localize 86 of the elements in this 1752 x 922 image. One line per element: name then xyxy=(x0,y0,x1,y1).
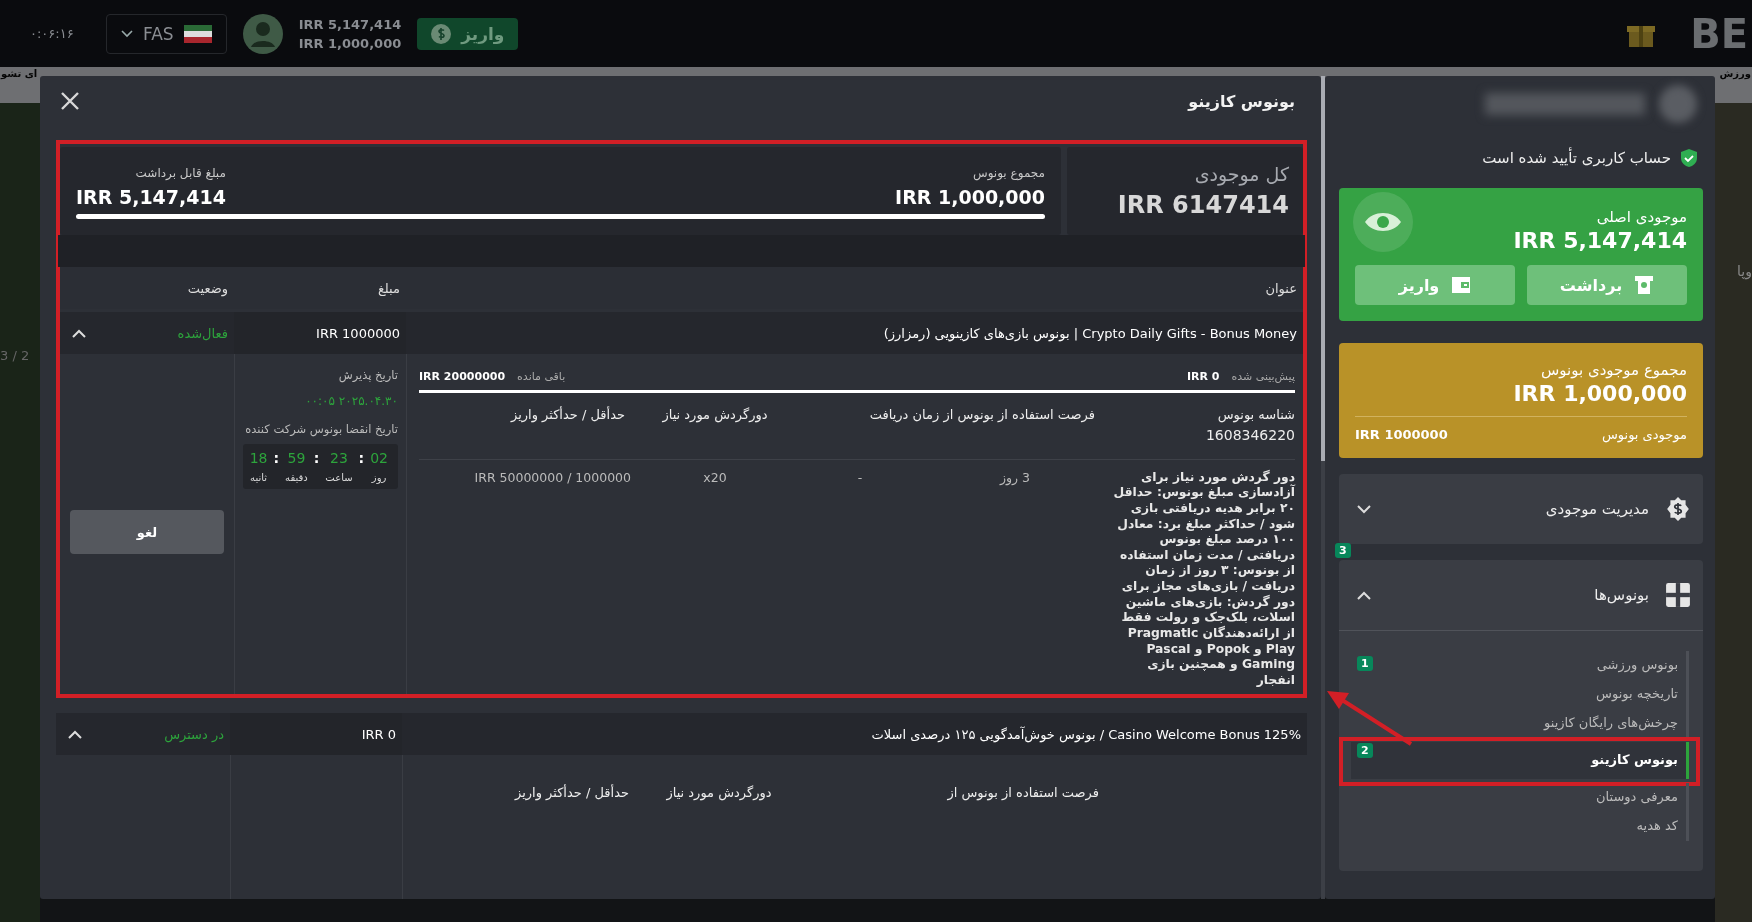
withdrawable-label: مبلغ قابل برداشت xyxy=(135,165,226,180)
bonus-id: 1608346220 xyxy=(1204,426,1295,446)
bonus-sub-value: IRR 1000000 xyxy=(1355,427,1448,442)
main-balance-label: موجودی اصلی xyxy=(1596,208,1687,226)
site-logo[interactable]: BE xyxy=(1690,10,1748,57)
total-value: IRR 6147414 xyxy=(1117,191,1289,219)
time-separator: : xyxy=(273,450,280,466)
column-header: حدأقل / حدأکثر واریز xyxy=(509,405,626,425)
banner-text: وپا xyxy=(1737,263,1752,282)
slide-counter: 3 / 2 xyxy=(0,348,31,363)
bonus-terms: دور گردش مورد نیاز برای آزادسازی مبلغ بونوس: حداقل ۲۰ برابر هدیه دریافتی بازی شود / حداکثر مبلغ برد: معادل ۱۰۰ درصد مبلغ بونوس دریافتی / مدت زمان استفاده از بونوس: ۳ روز از زمان دریافت / بازی‌های مجاز برای دور گردش: بازی‌های ماشین اسلات، بلک‌جک و رولت فقط از ارائه‌دهندگان Pragmatic Play و Popok و Pascal Gaming و همچنین بازی انفجار xyxy=(1112,468,1295,689)
bonus-balance-value: IRR 1,000,000 xyxy=(1513,381,1687,406)
table-cell-text: x20 xyxy=(702,468,728,485)
countdown-unit: دقیقه xyxy=(285,472,308,483)
cancel-button[interactable]: لغو xyxy=(70,510,224,554)
main-balance-value: IRR 5,147,414 xyxy=(1513,228,1687,253)
balance-amount: IRR 5,147,414 xyxy=(298,16,402,32)
accepted-date: ۲۰۲۵.۰۴.۳۰ ۰۰:۰۵ xyxy=(304,394,398,408)
column-header: وضعیت xyxy=(186,280,229,296)
deposit-button[interactable]: واریز xyxy=(417,17,519,50)
countdown-value: 18 xyxy=(249,450,268,466)
expiry-label: تاریخ انقضا بونوس شرکت کننده xyxy=(244,422,398,436)
bonus-status: در دسترس xyxy=(164,726,224,742)
nav-text: ای تشو xyxy=(0,68,39,80)
avatar-icon[interactable] xyxy=(242,13,283,54)
step-badge: 3 xyxy=(1335,543,1351,558)
column-header: حدأقل / حدأکثر واریز xyxy=(513,783,630,803)
countdown-unit: ساعت xyxy=(325,472,353,483)
chevron-up-icon[interactable] xyxy=(72,328,86,338)
nav-text: ورزش xyxy=(1718,68,1752,80)
column-header: عنوان xyxy=(1264,280,1298,296)
wallet-icon xyxy=(1451,275,1472,295)
dollar-icon xyxy=(431,23,452,44)
time-separator: : xyxy=(313,450,320,466)
chevron-down-icon xyxy=(121,29,133,38)
bonus-status: فعال‌شده xyxy=(177,325,228,341)
step-badge: 1 xyxy=(1357,656,1373,671)
section-header[interactable]: بونوس‌ها xyxy=(1339,560,1703,630)
eye-icon[interactable] xyxy=(1353,192,1413,252)
column-header: شناسه بونوس xyxy=(1216,406,1295,425)
bonus-label: مجموع بونوس xyxy=(972,165,1045,180)
menu-item[interactable]: معرفی دوستان xyxy=(1351,783,1689,812)
language-selector[interactable]: FAS xyxy=(106,13,227,54)
bonus-balance-label: مجموع موجودی بونوس xyxy=(1541,361,1687,379)
countdown-value: 23 xyxy=(330,450,348,466)
withdrawable-value: IRR 5,147,414 xyxy=(76,185,226,208)
countdown-value: 02 xyxy=(370,450,388,466)
balance-amount: IRR 1,000,000 xyxy=(298,35,402,51)
chevron-up-icon[interactable] xyxy=(68,729,82,739)
wagered-value: IRR 0 xyxy=(1186,370,1220,383)
menu-item[interactable]: چرخش‌های رایگان کازینو xyxy=(1351,709,1689,738)
wagered-label: پیش‌بینی شده xyxy=(1231,370,1295,383)
column-header: دورگردش مورد نیاز xyxy=(661,406,769,425)
step-badge: 2 xyxy=(1357,743,1373,758)
table-cell-text: 3 روز xyxy=(998,468,1031,485)
menu-item[interactable]: کد هدیه xyxy=(1351,812,1689,841)
blurred-avatar xyxy=(1659,85,1697,123)
countdown-unit: روز xyxy=(371,472,387,483)
clock-time: ۰:۰۶:۱۶ xyxy=(30,26,75,41)
countdown-unit: ثانیه xyxy=(250,472,268,483)
shield-check-icon xyxy=(1681,149,1697,167)
flag-icon xyxy=(183,24,212,43)
bonus-value: IRR 1,000,000 xyxy=(895,185,1045,208)
atm-icon xyxy=(1634,275,1655,295)
remaining-label: باقی مانده xyxy=(517,370,566,383)
countdown-value: 59 xyxy=(287,450,306,466)
time-separator: : xyxy=(358,450,365,466)
column-header: دورگردش مورد نیاز xyxy=(665,784,773,803)
column-header: مبلغ xyxy=(376,280,401,296)
table-cell-text: - xyxy=(856,468,864,485)
remaining-value: IRR 20000000 xyxy=(419,370,506,383)
close-icon[interactable] xyxy=(60,91,80,111)
modal-title: بونوس کازینو xyxy=(1188,91,1295,111)
bonus-sub-label: موجودی بونوس xyxy=(1601,427,1687,442)
column-header: فرصت استفاده از بونوس از زمان دریافت xyxy=(868,406,1095,425)
total-label: کل موجودی xyxy=(1194,163,1289,185)
verified-text: حساب کاربری تأیید شده است xyxy=(1482,149,1671,167)
bonus-title: Crypto Daily Gifts - Bonus Money | بونوس بازی‌های کازینویی (رمزارز) xyxy=(882,325,1298,341)
gear-dollar-icon xyxy=(1665,496,1691,522)
column-header: فرصت استفاده از بونوس از xyxy=(946,784,1099,803)
table-cell-text: IRR 50000000 / 1000000 xyxy=(473,468,632,485)
bonus-title: Casino Welcome Bonus 125% / بونوس خوش‌آمدگویی ۱۲۵ درصدی اسلات xyxy=(870,726,1302,742)
accepted-label: تاریخ پذیرش xyxy=(337,368,398,382)
gift-box-icon xyxy=(1665,582,1691,608)
menu-item[interactable]: تاریخچه بونوس xyxy=(1351,680,1689,709)
section-header[interactable]: مدیریت موجودی xyxy=(1339,474,1703,544)
